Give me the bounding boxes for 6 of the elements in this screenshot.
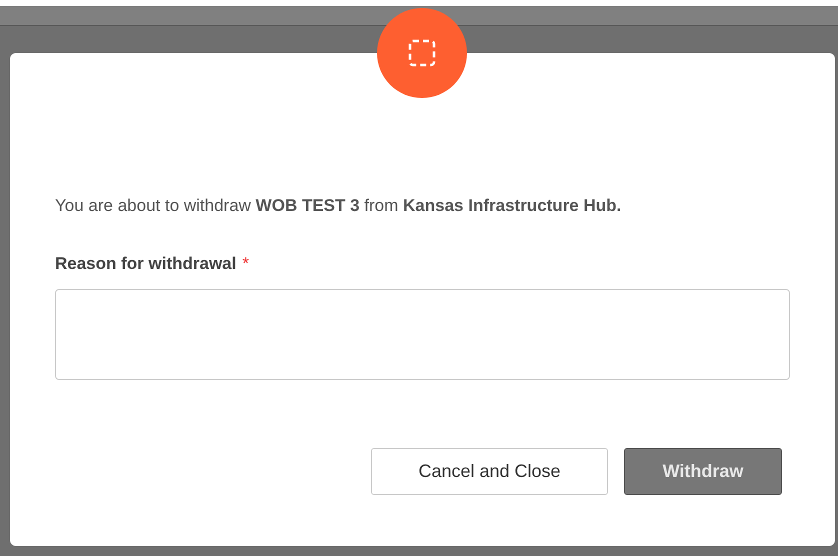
required-mark: * — [242, 252, 249, 274]
dashed-square-icon — [408, 39, 436, 67]
reason-field[interactable] — [55, 289, 790, 380]
withdraw-message: You are about to withdraw WOB TEST 3 from Kansas Infrastructure Hub. — [55, 195, 622, 217]
cancel-button[interactable]: Cancel and Close — [371, 448, 608, 495]
field-label: Reason for withdrawal — [55, 252, 236, 274]
